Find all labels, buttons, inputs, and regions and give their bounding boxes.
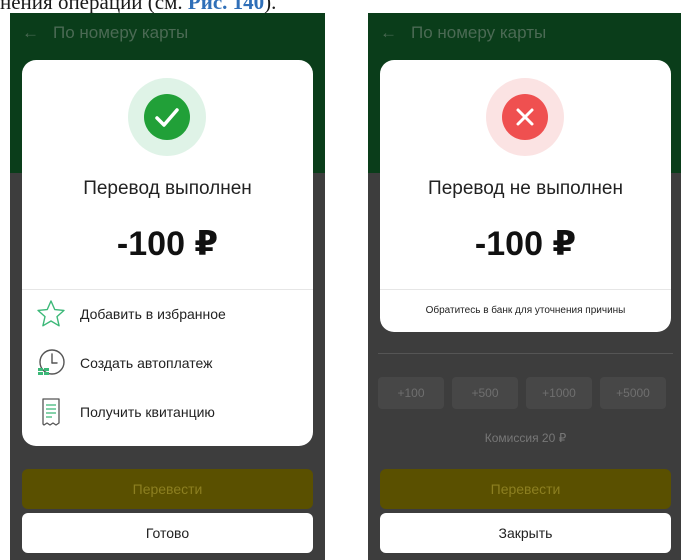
caption-text-prefix: нения операции (см. [0,0,188,14]
modal-title: Перевод выполнен [83,178,252,199]
add-to-favorites-label: Добавить в избранное [80,306,226,322]
caption-text-suffix: ). [264,0,277,14]
success-status-badge [128,78,206,156]
phone-screen-success: ← По номеру карты Перевести Готово Перево… [10,13,325,560]
phone-screen-failure: ← По номеру карты +100 +500 +1000 +5000 К… [368,13,681,560]
success-modal: Перевод выполнен -100 ₽ Добавить в избра… [22,60,313,446]
close-button[interactable]: Закрыть [380,513,671,553]
checkmark-icon [144,94,190,140]
autopay-clock-icon [36,348,66,378]
document-caption-line: нения операции (см. Рис. 140). [0,0,276,13]
receipt-icon [36,397,66,427]
get-receipt-label: Получить квитанцию [80,404,215,420]
back-arrow-icon[interactable]: ← [380,23,397,42]
amount-quick-chips: +100 +500 +1000 +5000 [378,377,666,409]
done-button[interactable]: Готово [22,513,313,553]
header-title: ← По номеру карты [380,23,546,43]
amount-chip[interactable]: +5000 [600,377,666,409]
amount-chip[interactable]: +100 [378,377,444,409]
header-title: ← По номеру карты [22,23,188,43]
transfer-button[interactable]: Перевести [380,469,671,509]
modal-divider [22,289,313,290]
create-autopay-action[interactable]: Создать автоплатеж [36,347,213,379]
header-title-text: По номеру карты [53,23,189,42]
modal-amount: -100 ₽ [116,225,219,263]
failure-modal: Перевод не выполнен -100 ₽ Обратитесь в … [380,60,671,332]
failure-status-badge [486,78,564,156]
failure-note: Обратитесь в банк для уточнения причины [425,305,626,316]
get-receipt-action[interactable]: Получить квитанцию [36,396,215,428]
modal-title: Перевод не выполнен [428,178,623,199]
page: нения операции (см. Рис. 140). ← По номер… [0,0,681,560]
figure-reference-link[interactable]: Рис. 140 [188,0,264,14]
transfer-button[interactable]: Перевести [22,469,313,509]
form-divider [378,353,673,354]
back-arrow-icon[interactable]: ← [22,23,39,42]
amount-chip[interactable]: +500 [452,377,518,409]
add-to-favorites-action[interactable]: Добавить в избранное [36,298,226,330]
commission-text: Комиссия 20 ₽ [484,431,567,445]
create-autopay-label: Создать автоплатеж [80,355,213,371]
star-icon [36,299,66,329]
amount-chip[interactable]: +1000 [526,377,592,409]
cross-icon [502,94,548,140]
header-title-text: По номеру карты [411,23,547,42]
modal-amount: -100 ₽ [474,225,577,263]
modal-divider [380,289,671,290]
